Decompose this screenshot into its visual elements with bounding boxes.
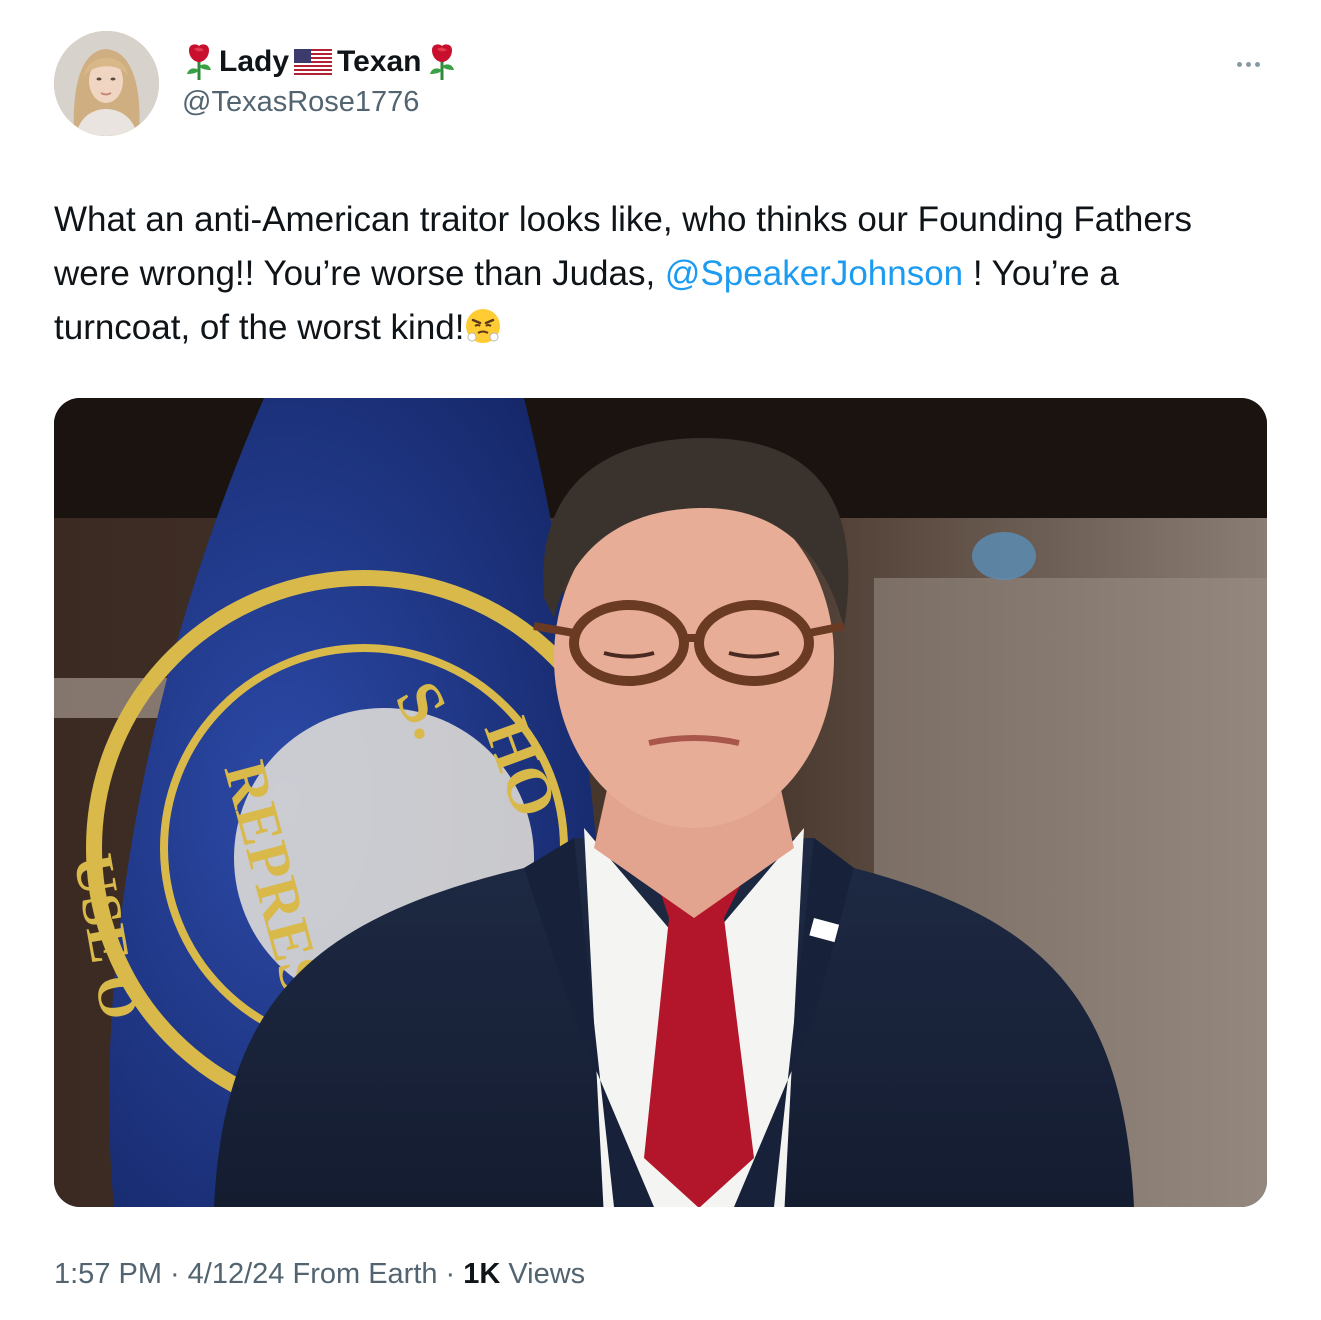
steaming-angry-face-icon <box>466 309 501 343</box>
rose-icon <box>187 44 211 80</box>
more-dot-icon <box>1236 61 1242 67</box>
views-count: 1K <box>463 1258 501 1290</box>
name-part-2: Texan <box>337 45 422 78</box>
separator-dot: · <box>170 1258 180 1290</box>
tweet-time[interactable]: 1:57 PM <box>54 1258 162 1291</box>
author-display-name[interactable]: Lady Texan <box>182 40 459 84</box>
mention-link[interactable]: @SpeakerJohnson <box>665 254 963 293</box>
name-part-1: Lady <box>219 45 290 78</box>
tweet-media-photo[interactable]: S. HO REPRES USE O <box>54 398 1267 1207</box>
tweet-source: From Earth <box>292 1258 438 1290</box>
rose-icon <box>429 44 454 80</box>
more-options-button[interactable] <box>1230 52 1266 76</box>
tweet-meta: 1:57 PM · 4/12/24 From Earth · 1K Views <box>54 1258 585 1291</box>
us-flag-icon <box>294 49 333 75</box>
more-dot-icon <box>1245 61 1251 67</box>
author-avatar[interactable] <box>54 31 159 136</box>
tweet-text: What an anti-American traitor looks like… <box>54 193 1264 355</box>
photo-image: S. HO REPRES USE O <box>54 398 1267 1207</box>
avatar-image <box>54 31 159 136</box>
author-handle[interactable]: @TexasRose1776 <box>182 86 419 119</box>
tweet-date[interactable]: 4/12/24 <box>188 1258 285 1291</box>
separator-dot: · <box>445 1258 456 1290</box>
views-label: Views <box>508 1258 586 1290</box>
more-dot-icon <box>1254 61 1260 67</box>
